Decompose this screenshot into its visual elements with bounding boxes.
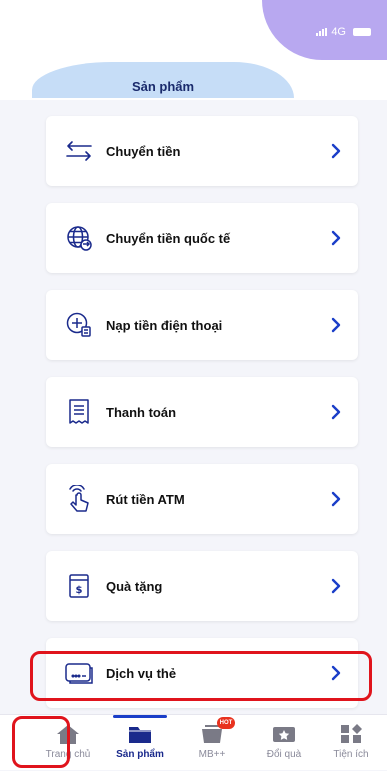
tab-tien-ich[interactable]: Tiện ích xyxy=(315,715,387,771)
menu-item-label: Thanh toán xyxy=(106,404,177,420)
shop-icon: HOT xyxy=(199,717,235,745)
status-bar: 4G xyxy=(316,26,371,38)
menu-item-rut-tien-atm[interactable]: Rút tiền ATM xyxy=(46,464,358,534)
menu-item-nap-tien-dien-thoai[interactable]: Nạp tiền điện thoại xyxy=(46,290,358,360)
grid-icon xyxy=(338,723,364,745)
product-menu: Chuyển tiền Chuyển tiền quốc tế Nạp tiền… xyxy=(32,98,374,718)
receipt-icon xyxy=(64,397,94,427)
menu-item-chuyen-tien[interactable]: Chuyển tiền xyxy=(46,116,358,186)
page-title: Sản phẩm xyxy=(131,79,195,94)
chevron-right-icon xyxy=(331,230,341,246)
network-type: 4G xyxy=(331,26,346,38)
transfer-arrows-icon xyxy=(64,136,94,166)
chevron-right-icon xyxy=(331,578,341,594)
gift-voucher-icon: $ xyxy=(64,571,94,601)
svg-text:$: $ xyxy=(76,585,83,596)
menu-item-label: Chuyển tiền quốc tế xyxy=(106,230,231,246)
atm-withdraw-icon xyxy=(64,484,94,514)
title-tab: Sản phẩm xyxy=(32,62,294,98)
tab-label: Tiện ích xyxy=(333,749,369,760)
tab-label: Sản phẩm xyxy=(116,749,164,760)
menu-item-thanh-toan[interactable]: Thanh toán xyxy=(46,377,358,447)
tab-mb-plus[interactable]: HOT MB++ xyxy=(176,715,248,771)
menu-item-label: Rút tiền ATM xyxy=(106,491,185,507)
hot-badge: HOT xyxy=(217,717,235,729)
globe-transfer-icon xyxy=(64,223,94,253)
folder-icon xyxy=(127,723,153,745)
tab-label: MB++ xyxy=(198,749,226,760)
highlight-home-tab xyxy=(12,716,70,768)
menu-item-chuyen-tien-quoc-te[interactable]: Chuyển tiền quốc tế xyxy=(46,203,358,273)
chevron-right-icon xyxy=(331,317,341,333)
header-area: 4G Sản phẩm xyxy=(0,0,387,100)
signal-icon xyxy=(316,28,328,36)
battery-icon xyxy=(353,28,371,36)
chevron-right-icon xyxy=(331,143,341,159)
menu-item-label: Chuyển tiền xyxy=(106,143,181,159)
tab-san-pham[interactable]: Sản phẩm xyxy=(104,715,176,771)
topup-icon xyxy=(64,310,94,340)
chevron-right-icon xyxy=(331,491,341,507)
ticket-star-icon xyxy=(271,723,297,745)
menu-item-label: Nạp tiền điện thoại xyxy=(106,317,223,333)
chevron-right-icon xyxy=(331,404,341,420)
menu-item-qua-tang[interactable]: $ Quà tặng xyxy=(46,551,358,621)
tab-doi-qua[interactable]: Đổi quà xyxy=(248,715,320,771)
menu-item-label: Quà tặng xyxy=(106,578,163,594)
highlight-card-service xyxy=(30,651,372,701)
tab-label: Đổi quà xyxy=(266,749,302,760)
